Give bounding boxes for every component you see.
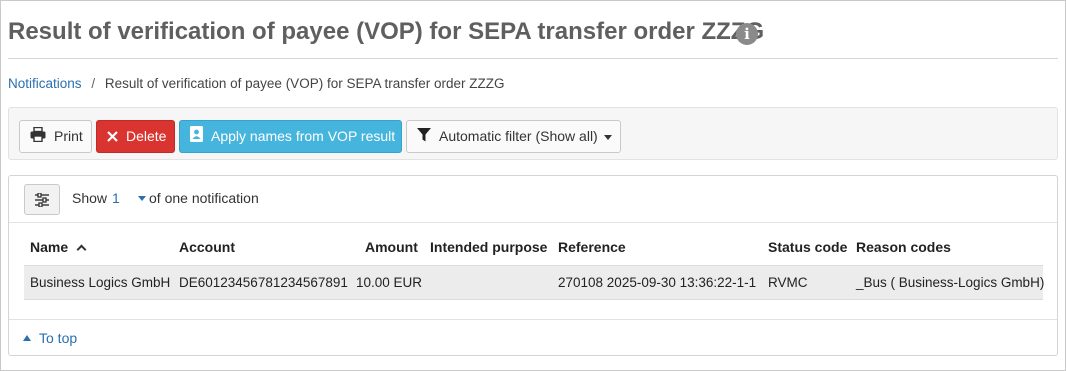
list-controls: Show 1 of one notification [9,176,1057,223]
info-icon[interactable]: i [736,23,758,45]
print-button[interactable]: Print [19,120,92,153]
panel-footer: To top [9,319,1057,355]
cell-amount: 10.00 EUR [356,275,423,290]
print-label: Print [54,128,83,144]
delete-label: Delete [126,128,167,144]
table-row[interactable]: Business Logics GmbH DE60123456781234567… [24,265,1045,300]
column-header-account[interactable]: Account [179,239,235,255]
caret-down-icon [603,134,612,140]
toolbar: Print Delete Apply names from VOP result… [8,107,1058,160]
contact-card-icon [190,122,203,153]
page-header: Result of verification of payee (VOP) fo… [8,14,1058,59]
breadcrumb: Notifications / Result of verification o… [8,76,505,91]
show-label: Show [72,190,108,206]
automatic-filter-label: Automatic filter (Show all) [439,128,598,144]
column-header-amount[interactable]: Amount [365,239,418,255]
to-top-link[interactable]: To top [23,330,77,346]
column-header-status-code[interactable]: Status code [768,239,847,255]
column-header-intended-purpose[interactable]: Intended purpose [430,239,547,255]
cell-reference: 270108 2025-09-30 13:36:22-1-1 [558,275,757,290]
apply-names-label: Apply names from VOP result [211,128,396,144]
triangle-up-icon [23,335,31,341]
breadcrumb-notifications-link[interactable]: Notifications [8,76,82,91]
delete-button[interactable]: Delete [96,120,175,153]
page-title: Result of verification of payee (VOP) fo… [8,18,765,45]
column-header-reference[interactable]: Reference [558,239,626,255]
notification-count-text: of one notification [149,190,259,206]
sliders-icon [35,193,49,207]
column-header-reason-codes[interactable]: Reason codes [856,239,951,255]
cell-account: DE60123456781234567891 [179,275,348,290]
breadcrumb-separator: / [91,76,96,91]
cell-name: Business Logics GmbH [30,275,171,290]
page-size-caret-icon[interactable] [138,196,146,201]
notifications-panel: Show 1 of one notification Name Account … [8,175,1058,356]
sort-ascending-icon [76,244,87,255]
printer-icon [30,122,46,153]
automatic-filter-dropdown[interactable]: Automatic filter (Show all) [406,120,621,153]
x-icon [107,122,118,153]
breadcrumb-current: Result of verification of payee (VOP) fo… [104,76,505,91]
funnel-icon [417,122,431,153]
column-settings-button[interactable] [24,184,60,215]
column-header-name[interactable]: Name [30,239,87,255]
apply-names-button[interactable]: Apply names from VOP result [179,120,402,153]
page-size-select[interactable]: 1 [112,190,120,206]
cell-reason-codes: _Bus ( Business-Logics GmbH) [856,275,1045,290]
cell-status-code: RVMC [768,275,808,290]
